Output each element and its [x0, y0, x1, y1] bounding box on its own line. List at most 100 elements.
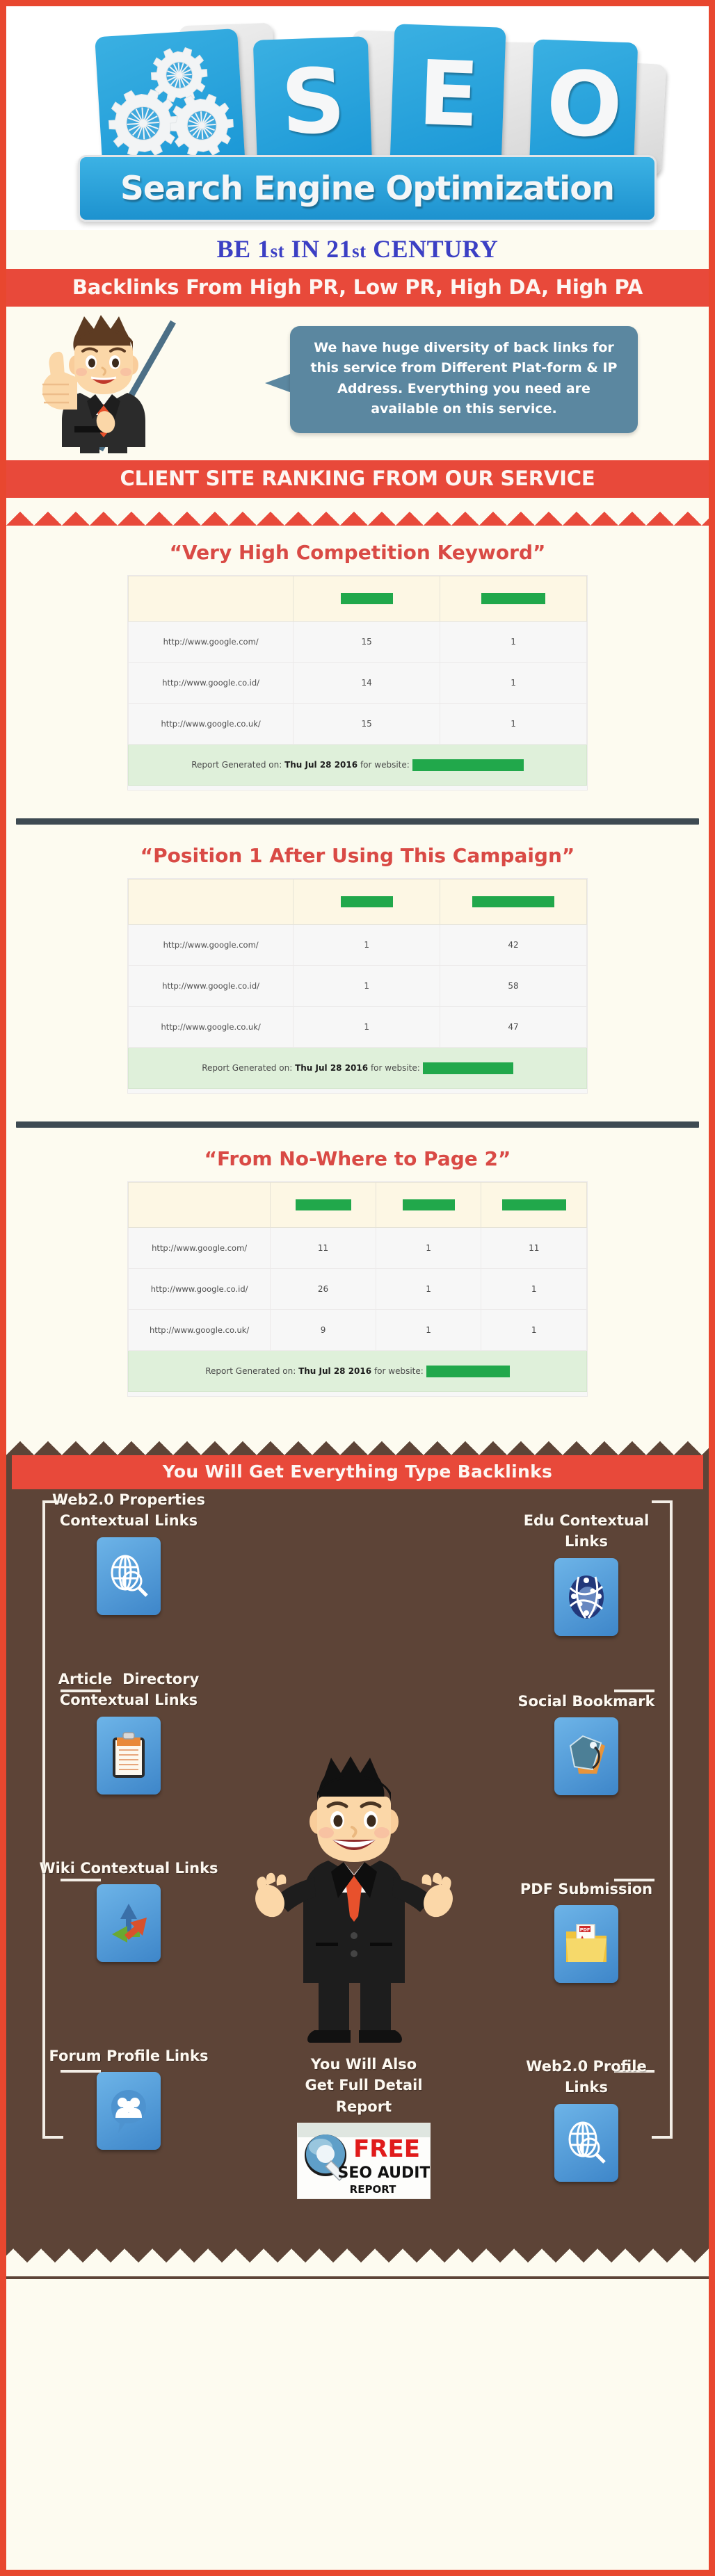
cell-value: 1: [481, 1268, 587, 1310]
th-url: [127, 576, 294, 622]
label-social-bookmark: Social Bookmark: [517, 1693, 655, 1710]
logo-subtitle-text: Search Engine Optimization: [120, 169, 615, 208]
label-article-directory: Article Directory Contextual Links: [58, 1671, 200, 1709]
report-footer-3: Report Generated on: Thu Jul 28 2016 for…: [128, 1350, 587, 1392]
badge-free-text: FREE: [353, 2135, 420, 2163]
free-report-block[interactable]: You Will Also Get Full Detail Report FREE: [259, 2054, 468, 2200]
cell-value: 1: [440, 662, 587, 704]
cell-value: 1: [440, 621, 587, 663]
table-row: http://www.google.co.uk/ 1 47: [127, 1006, 587, 1048]
cell-value: 26: [270, 1268, 376, 1310]
brown-bottom-pad: [6, 2203, 709, 2249]
redaction-bar: [426, 1365, 510, 1377]
cell-value: 15: [293, 621, 441, 663]
banner-client-ranking: CLIENT SITE RANKING FROM OUR SERVICE: [6, 460, 709, 498]
redaction-bar: [402, 1199, 455, 1210]
cell-value: 42: [440, 924, 587, 966]
label-web20-properties: Web2.0 Properties Contextual Links: [52, 1491, 205, 1530]
banner-backlinks-text: Backlinks From High PR, Low PR, High DA,…: [72, 275, 643, 299]
tagline-text: BE 1st IN 21st CENTURY: [216, 235, 499, 263]
tag-bookmark-icon-tile: [554, 1717, 618, 1796]
table-row: http://www.google.co.id/ 26 1 1: [127, 1268, 587, 1310]
backlink-item-forum-profile[interactable]: Forum Profile Links: [24, 2046, 233, 2158]
table-row: http://www.google.co.id/ 1 58: [127, 965, 587, 1007]
folder-gears: [95, 28, 246, 175]
report-title-3: “From No-Where to Page 2”: [204, 1147, 511, 1170]
cell-url: http://www.google.co.uk/: [127, 703, 294, 745]
redaction-bar: [340, 592, 393, 604]
sawtooth-divider-top: [6, 498, 709, 526]
backlink-item-web20-profile[interactable]: Web2.0 Profile Links: [482, 2056, 691, 2190]
th-url: [127, 1182, 271, 1228]
report-table-1: http://www.google.com/ 15 1 http://www.g…: [127, 576, 587, 786]
tag-bookmark-icon: [569, 1735, 605, 1774]
label-edu-contextual: Edu Contextual Links: [523, 1512, 650, 1550]
tagline: BE 1st IN 21st CENTURY: [6, 230, 709, 269]
cell-value: 1: [481, 1309, 587, 1351]
footer-prefix: Report Generated on:: [191, 759, 282, 770]
label-full-detail-report: You Will Also Get Full Detail Report: [305, 2056, 423, 2115]
table-body-2: http://www.google.com/ 1 42 http://www.g…: [127, 924, 587, 1089]
people-bubble-icon: [111, 2090, 146, 2134]
report-title-2-wrap: “Position 1 After Using This Campaign”: [6, 836, 709, 878]
logo-letter-e: E: [416, 41, 480, 147]
gears-icon: [108, 47, 234, 157]
redaction-bar: [412, 759, 524, 771]
globe-search-icon: [568, 2121, 606, 2164]
network-globe-icon: [569, 1575, 604, 1619]
backlink-item-pdf-submission[interactable]: PDF Submission PDF: [482, 1879, 691, 1991]
spacer: [6, 1409, 709, 1427]
table-row: http://www.google.co.uk/ 15 1: [127, 703, 587, 745]
report-table-3-wrap: http://www.google.com/ 11 1 11 http://ww…: [127, 1181, 588, 1397]
footer-prefix: Report Generated on:: [202, 1062, 293, 1073]
label-wiki: Wiki Contextual Links: [39, 1860, 218, 1877]
section-divider-2: [16, 1121, 699, 1128]
footer-prefix: Report Generated on:: [205, 1366, 296, 1376]
label-web20-profile: Web2.0 Profile Links: [526, 2058, 647, 2096]
backlink-item-wiki[interactable]: Wiki Contextual Links: [24, 1858, 233, 1970]
backlink-item-article-directory[interactable]: Article Directory Contextual Links: [24, 1669, 233, 1803]
recycle-arrows-icon-tile: [97, 1884, 161, 1963]
badge-seo-audit-text: SEO AUDIT: [338, 2164, 430, 2182]
logo-letter-o: O: [545, 51, 623, 159]
cell-url: http://www.google.co.id/: [127, 965, 294, 1007]
banner-client-ranking-text: CLIENT SITE RANKING FROM OUR SERVICE: [120, 467, 595, 490]
sawtooth-divider-bottom: [6, 1427, 709, 1455]
backlink-item-social-bookmark[interactable]: Social Bookmark: [482, 1691, 691, 1804]
businessman-thumbs-up-icon: [42, 315, 176, 453]
backlink-item-edu-contextual[interactable]: Edu Contextual Links: [482, 1510, 691, 1644]
banner-backlink-types-text: You Will Get Everything Type Backlinks: [162, 1461, 553, 1482]
backlink-item-web20-properties[interactable]: Web2.0 Properties Contextual Links: [24, 1489, 233, 1623]
cell-value: 1: [293, 965, 441, 1007]
redaction-bar: [422, 1062, 513, 1074]
table-footer-row: Report Generated on: Thu Jul 28 2016 for…: [128, 1047, 587, 1089]
cell-value: 47: [440, 1006, 587, 1048]
cell-value: 1: [293, 924, 441, 966]
th-url: [127, 879, 294, 925]
report-title-2: “Position 1 After Using This Campaign”: [140, 844, 575, 867]
label-pdf-submission: PDF Submission: [520, 1881, 653, 1897]
intro-section: We have huge diversity of back links for…: [6, 307, 709, 460]
report-section-3: “From No-Where to Page 2” http://www.goo…: [6, 1132, 709, 1409]
seo-logo: S E O Search Engine Optimization: [45, 19, 670, 227]
th-redacted-2: [375, 1182, 482, 1228]
infographic-page: S E O Search Engine Optimization BE 1st …: [0, 0, 715, 2576]
clipboard-icon-tile: [97, 1716, 161, 1795]
footer-suffix: for website:: [370, 1062, 420, 1073]
cell-value: 11: [270, 1227, 376, 1269]
redaction-bar: [472, 896, 555, 907]
network-globe-icon-tile: [554, 1557, 618, 1636]
cell-value: 1: [375, 1309, 482, 1351]
table-footer-row: Report Generated on: Thu Jul 28 2016 for…: [128, 1350, 587, 1392]
free-seo-audit-badge[interactable]: FREE SEO AUDIT REPORT: [297, 2123, 431, 2200]
redaction-bar: [340, 896, 393, 907]
report-section-1: “Very High Competition Keyword” http://w…: [6, 526, 709, 803]
cell-value: 1: [440, 703, 587, 745]
banner-backlinks: Backlinks From High PR, Low PR, High DA,…: [6, 269, 709, 307]
section-divider-1: [16, 818, 699, 825]
cell-value: 1: [293, 1006, 441, 1048]
table-row: http://www.google.com/ 1 42: [127, 924, 587, 966]
logo-letter-s: S: [279, 49, 346, 155]
cell-url: http://www.google.co.uk/: [127, 1309, 271, 1351]
pdf-folder-icon: PDF: [566, 1924, 606, 1963]
